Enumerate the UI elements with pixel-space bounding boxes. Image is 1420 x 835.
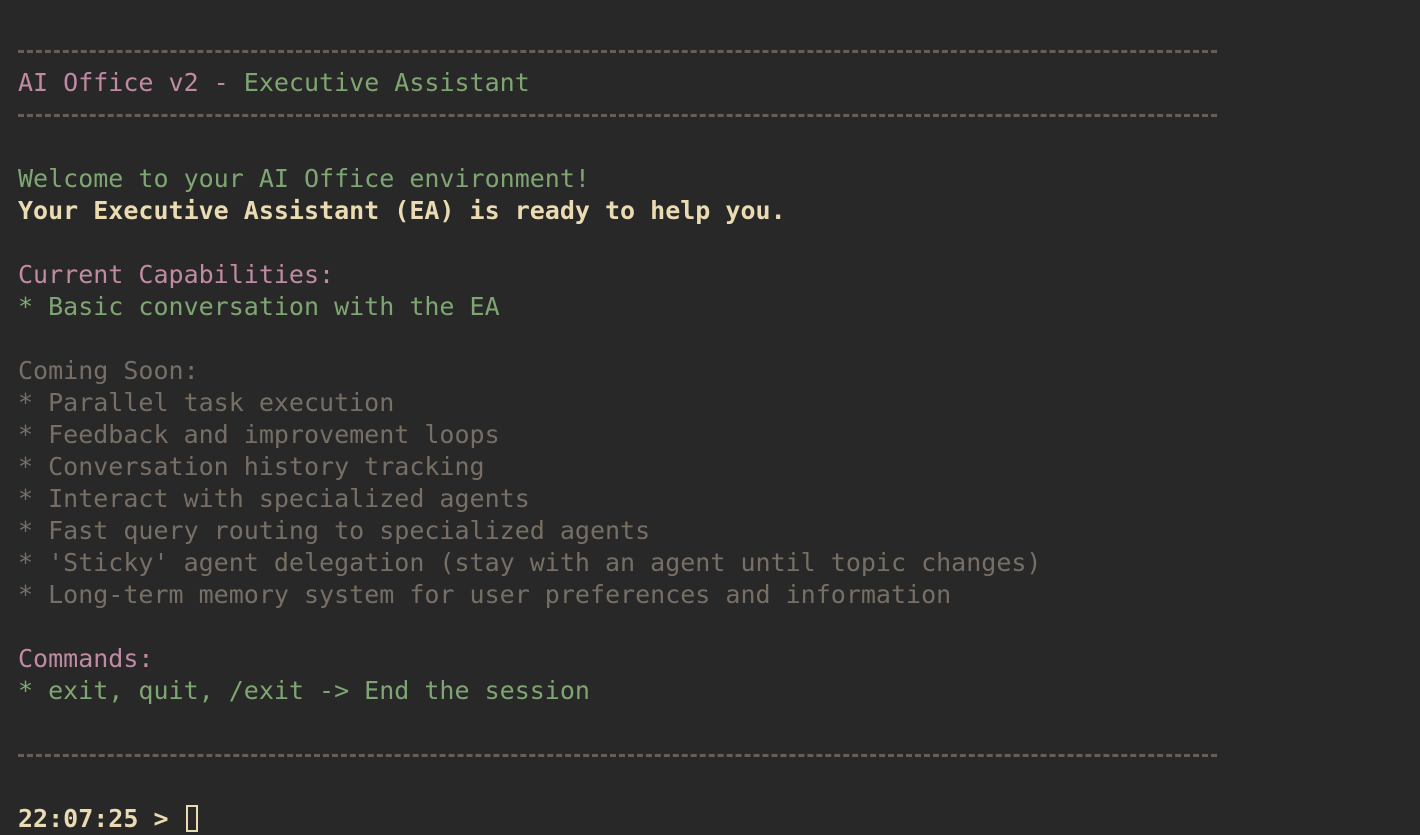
app-title: AI Office v2 [18,68,199,97]
prompt-timestamp: 22:07:25 [18,804,139,833]
coming-soon-item: * 'Sticky' agent delegation (stay with a… [18,548,1042,577]
banner-title: AI Office v2 - Executive Assistant [18,67,1420,99]
coming-soon-item: * Conversation history tracking [18,452,485,481]
coming-soon-item: * Feedback and improvement loops [18,420,500,449]
coming-soon-item: * Fast query routing to specialized agen… [18,516,651,545]
ready-line: Your Executive Assistant (EA) is ready t… [18,196,786,225]
role-title: Executive Assistant [243,68,530,97]
cursor [185,804,198,832]
capability-item: * Basic conversation with the EA [18,292,500,321]
divider [18,35,1420,67]
commands-heading: Commands: [18,644,154,673]
coming-soon-item: * Interact with specialized agents [18,484,530,513]
prompt-symbol: > [153,804,169,833]
title-separator: - [198,68,244,97]
coming-soon-item: * Long-term memory system for user prefe… [18,580,952,609]
coming-soon-item: * Parallel task execution [18,388,395,417]
capabilities-heading: Current Capabilities: [18,260,335,289]
divider [18,739,1420,771]
coming-soon-heading: Coming Soon: [18,356,199,385]
welcome-line: Welcome to your AI Office environment! [18,164,590,193]
command-prompt[interactable]: 22:07:25 > [18,803,1420,835]
terminal-output: AI Office v2 - Executive Assistant Welco… [18,35,1420,835]
divider [18,99,1420,131]
command-item: * exit, quit, /exit -> End the session [18,676,590,705]
